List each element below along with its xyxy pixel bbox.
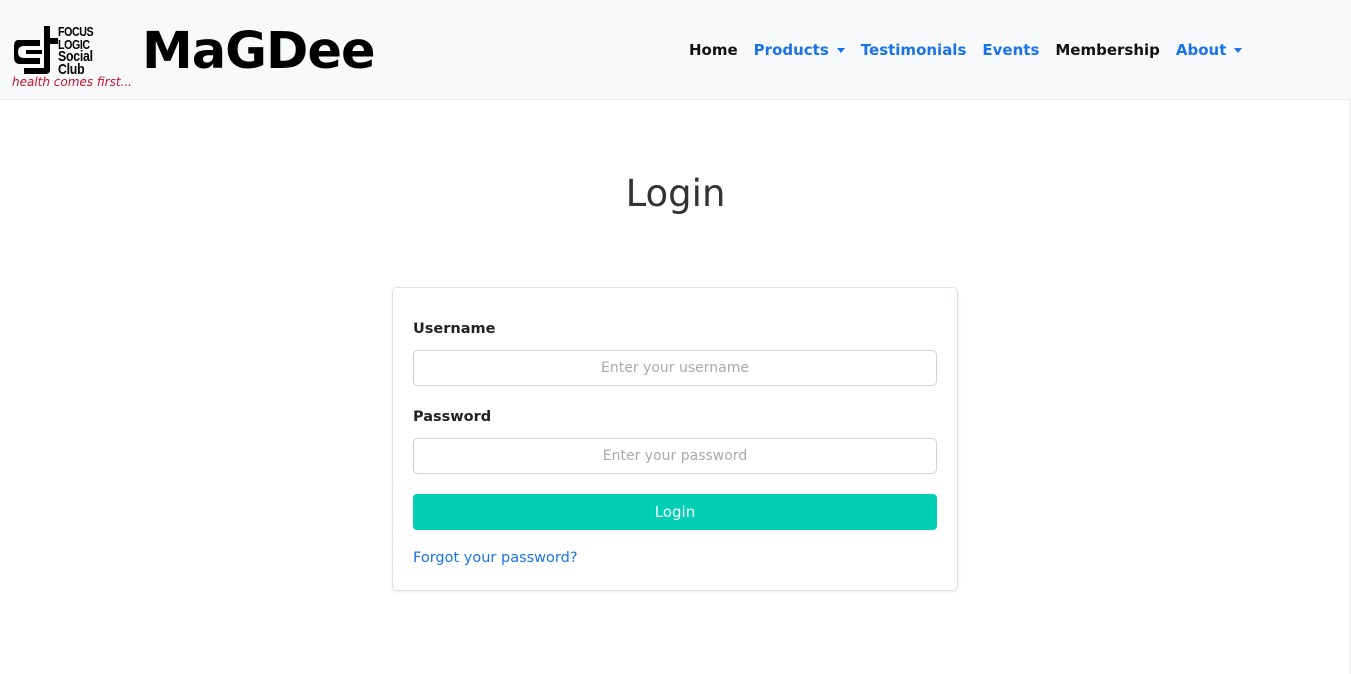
main-nav: Home Products Testimonials Events Member… xyxy=(689,38,1258,62)
username-input[interactable] xyxy=(413,350,937,386)
username-label: Username xyxy=(413,321,496,337)
page-title: Login xyxy=(625,172,726,215)
navbar: FOCUS LOGIC Social Club health comes fir… xyxy=(0,0,1351,100)
caret-down-icon xyxy=(1234,47,1243,53)
focus-logic-logo-icon xyxy=(14,26,58,74)
nav-home-label: Home xyxy=(689,41,738,59)
site-name[interactable]: MaGDee xyxy=(142,22,376,82)
login-button[interactable]: Login xyxy=(413,494,937,530)
login-card: Username Password Login Forgot your pass… xyxy=(392,287,958,591)
password-label: Password xyxy=(413,409,492,425)
nav-home[interactable]: Home xyxy=(689,41,738,59)
caret-down-icon xyxy=(836,47,845,53)
password-input[interactable] xyxy=(413,438,937,474)
nav-testimonials-label: Testimonials xyxy=(860,41,967,59)
brand-logo-link[interactable]: FOCUS LOGIC Social Club health comes fir… xyxy=(12,22,132,92)
brand-tagline: health comes first... xyxy=(12,75,132,89)
nav-membership[interactable]: Membership xyxy=(1055,41,1160,59)
nav-products[interactable]: Products xyxy=(754,41,845,59)
nav-about[interactable]: About xyxy=(1176,41,1243,59)
nav-events[interactable]: Events xyxy=(982,41,1039,59)
nav-products-label: Products xyxy=(753,41,829,59)
nav-membership-label: Membership xyxy=(1055,41,1160,59)
brand-logo-text: FOCUS LOGIC Social Club xyxy=(58,25,119,78)
forgot-password-link[interactable]: Forgot your password? xyxy=(413,550,578,566)
nav-events-label: Events xyxy=(982,41,1040,59)
nav-testimonials[interactable]: Testimonials xyxy=(861,41,967,59)
brand-logo-line-3: Social Club xyxy=(58,48,93,78)
nav-about-label: About xyxy=(1175,41,1227,59)
